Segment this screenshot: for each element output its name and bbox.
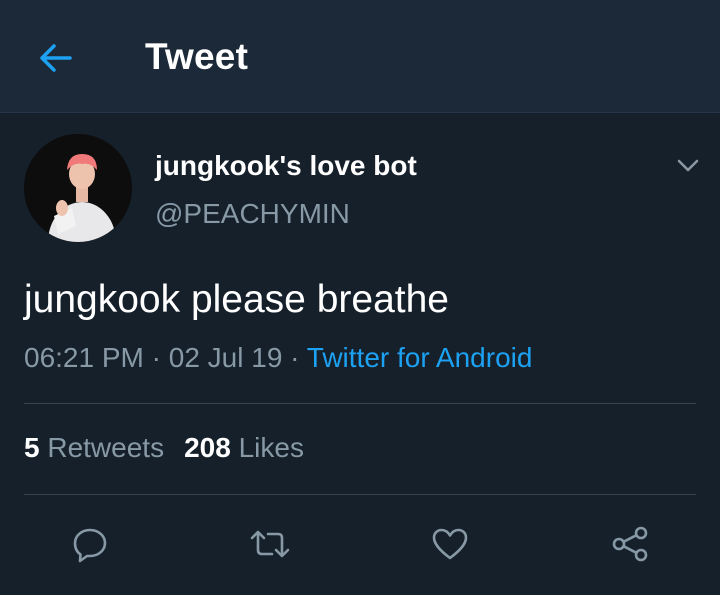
retweet-icon	[248, 524, 292, 564]
retweets-label: Retweets	[47, 432, 165, 463]
reply-button[interactable]	[68, 522, 112, 566]
tweet-time: 06:21 PM	[24, 342, 144, 373]
tweet-source-link[interactable]: Twitter for Android	[307, 342, 533, 373]
likes-label: Likes	[238, 432, 304, 463]
tweet-text: jungkook please breathe	[24, 278, 449, 321]
retweets-count: 5	[24, 432, 40, 463]
avatar[interactable]	[24, 134, 132, 242]
share-button[interactable]	[608, 522, 652, 566]
top-bar: Tweet	[0, 0, 720, 113]
page-title: Tweet	[145, 36, 249, 77]
retweet-button[interactable]	[248, 522, 292, 566]
tweet-date: 02 Jul 19	[168, 342, 283, 373]
share-icon	[610, 524, 650, 564]
divider	[24, 403, 696, 404]
user-handle[interactable]: @PEACHYMIN	[155, 198, 350, 230]
tweet-meta: 06:21 PM · 02 Jul 19 · Twitter for Andro…	[24, 342, 532, 374]
back-button[interactable]	[36, 38, 76, 78]
chevron-down-icon	[676, 158, 700, 174]
arrow-left-icon	[38, 42, 74, 74]
tweet-stats: 5 Retweets 208 Likes	[24, 432, 304, 464]
display-name[interactable]: jungkook's love bot	[155, 150, 417, 182]
heart-icon	[430, 524, 470, 564]
divider	[24, 494, 696, 495]
meta-separator: ·	[151, 342, 161, 373]
more-options-button[interactable]	[672, 150, 704, 182]
likes-count: 208	[184, 432, 231, 463]
likes-stat[interactable]: 208 Likes	[184, 432, 304, 463]
retweets-stat[interactable]: 5 Retweets	[24, 432, 164, 463]
meta-separator: ·	[290, 342, 300, 373]
like-button[interactable]	[428, 522, 472, 566]
reply-icon	[70, 524, 110, 564]
